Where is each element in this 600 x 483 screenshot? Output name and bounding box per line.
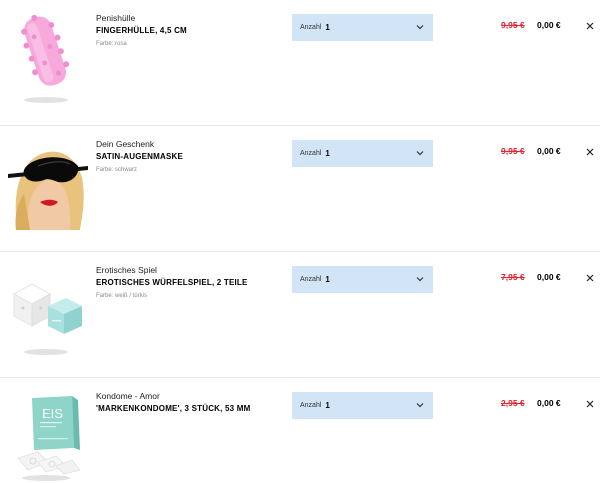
item-title[interactable]: SATIN-AUGENMASKE: [96, 151, 286, 162]
cart-item: Penishülle FINGERHÜLLE, 4,5 CM Farbe: ro…: [0, 0, 600, 126]
quantity-value: 1: [325, 401, 330, 410]
quantity-select[interactable]: Anzahl 1: [292, 266, 433, 293]
item-info: Erotisches Spiel EROTISCHES WÜRFELSPIEL,…: [96, 265, 286, 301]
box-brand-text: EIS: [42, 406, 63, 421]
dice-image[interactable]: [8, 256, 88, 356]
current-price: 0,00 €: [537, 272, 561, 282]
item-subtitle: Erotisches Spiel: [96, 265, 157, 275]
chevron-down-icon: [416, 25, 424, 30]
item-variant: Farbe: rosa: [96, 41, 127, 47]
quantity-select[interactable]: Anzahl 1: [292, 14, 433, 41]
close-icon[interactable]: [585, 399, 595, 409]
close-icon[interactable]: [585, 21, 595, 31]
quantity-value: 1: [325, 23, 330, 32]
chevron-down-icon: [416, 403, 424, 408]
current-price: 0,00 €: [537, 146, 561, 156]
quantity-value: 1: [325, 275, 330, 284]
item-title[interactable]: EROTISCHES WÜRFELSPIEL, 2 TEILE: [96, 277, 286, 288]
item-subtitle: Kondome - Amor: [96, 391, 160, 401]
close-icon[interactable]: [585, 147, 595, 157]
old-price: 9,95 €: [501, 20, 525, 30]
pink-sleeve-image[interactable]: [8, 4, 88, 104]
chevron-down-icon: [416, 151, 424, 156]
old-price: 9,95 €: [501, 146, 525, 156]
condom-box-image[interactable]: EIS: [8, 382, 88, 482]
current-price: 0,00 €: [537, 398, 561, 408]
cart-item: EIS Kondome - Amor 'MARKENKONDOME', 3 ST…: [0, 378, 600, 483]
old-price: 2,95 €: [501, 398, 525, 408]
item-subtitle: Penishülle: [96, 13, 136, 23]
chevron-down-icon: [416, 277, 424, 282]
item-title[interactable]: 'MARKENKONDOME', 3 STÜCK, 53 MM: [96, 403, 286, 414]
item-info: Kondome - Amor 'MARKENKONDOME', 3 STÜCK,…: [96, 391, 286, 414]
quantity-label: Anzahl: [300, 276, 322, 283]
quantity-value: 1: [325, 149, 330, 158]
close-icon[interactable]: [585, 273, 595, 283]
item-title[interactable]: FINGERHÜLLE, 4,5 CM: [96, 25, 286, 36]
quantity-label: Anzahl: [300, 150, 322, 157]
item-info: Penishülle FINGERHÜLLE, 4,5 CM Farbe: ro…: [96, 13, 286, 49]
quantity-select[interactable]: Anzahl 1: [292, 392, 433, 419]
old-price: 7,95 €: [501, 272, 525, 282]
item-info: Dein Geschenk SATIN-AUGENMASKE Farbe: sc…: [96, 139, 286, 175]
item-variant: Farbe: schwarz: [96, 167, 138, 173]
cart-item: Dein Geschenk SATIN-AUGENMASKE Farbe: sc…: [0, 126, 600, 252]
item-variant: Farbe: weiß / türkis: [96, 293, 148, 299]
quantity-label: Anzahl: [300, 24, 322, 31]
item-subtitle: Dein Geschenk: [96, 139, 155, 149]
eye-mask-image[interactable]: [8, 130, 88, 230]
cart-item: Erotisches Spiel EROTISCHES WÜRFELSPIEL,…: [0, 252, 600, 378]
current-price: 0,00 €: [537, 20, 561, 30]
quantity-label: Anzahl: [300, 402, 322, 409]
quantity-select[interactable]: Anzahl 1: [292, 140, 433, 167]
